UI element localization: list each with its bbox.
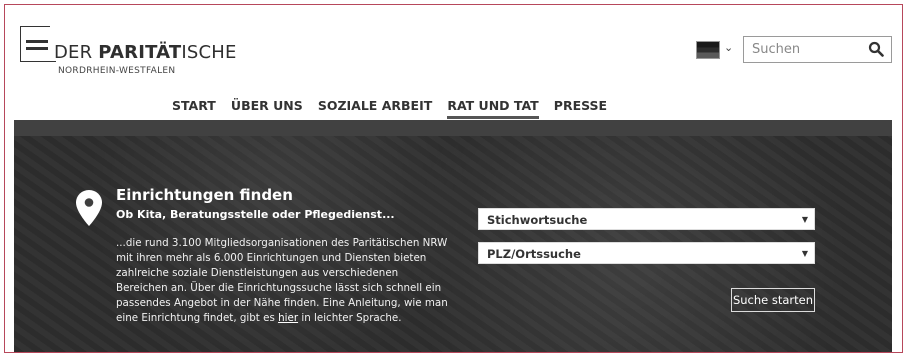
search-input[interactable] [752, 41, 860, 58]
keyword-search-label: Stichwortsuche [487, 213, 588, 227]
start-search-button[interactable]: Suche starten [731, 288, 815, 312]
logo-brand-regular: DER [54, 42, 99, 63]
easy-language-link[interactable]: hier [278, 312, 298, 324]
dropdown-arrow-icon: ▼ [801, 215, 808, 224]
logo-brand: DER PARITÄTISCHE [54, 42, 237, 63]
german-flag-icon[interactable] [696, 41, 720, 59]
hero-description-text: ...die rund 3.100 Mitgliedsorganisatione… [116, 237, 448, 324]
nav-item-start[interactable]: START [172, 98, 216, 116]
hero-description: ...die rund 3.100 Mitgliedsorganisatione… [116, 236, 450, 326]
location-search-label: PLZ/Ortssuche [487, 247, 581, 261]
search-box [743, 36, 892, 63]
nav-item-ueber-uns[interactable]: ÜBER UNS [231, 98, 303, 116]
nav-item-rat-und-tat[interactable]: RAT UND TAT [447, 98, 539, 119]
logo-underline [20, 61, 56, 62]
chevron-down-icon[interactable]: ⌄ [724, 41, 733, 54]
nav-item-presse[interactable]: PRESSE [554, 98, 607, 116]
map-pin-icon [76, 190, 102, 226]
hero-description-tail: in leichter Sprache. [298, 312, 402, 324]
main-nav: START ÜBER UNS SOZIALE ARBEIT RAT UND TA… [172, 98, 617, 120]
keyword-search-select[interactable]: Stichwortsuche ▼ [478, 208, 815, 230]
search-icon[interactable] [868, 41, 884, 57]
hero-subtitle: Ob Kita, Beratungsstelle oder Pflegedien… [116, 208, 395, 221]
hero-title: Einrichtungen finden [116, 186, 293, 204]
nav-item-soziale-arbeit[interactable]: SOZIALE ARBEIT [318, 98, 432, 116]
dropdown-arrow-icon: ▼ [801, 249, 808, 258]
logo-equals-icon [26, 40, 48, 54]
location-search-select[interactable]: PLZ/Ortssuche ▼ [478, 242, 815, 264]
logo-brand-tail: ISCHE [181, 42, 237, 63]
logo[interactable]: DER PARITÄTISCHE NORDRHEIN-WESTFALEN [20, 26, 236, 82]
logo-brand-bold: PARITÄT [98, 42, 182, 63]
logo-subline: NORDRHEIN-WESTFALEN [58, 66, 176, 76]
